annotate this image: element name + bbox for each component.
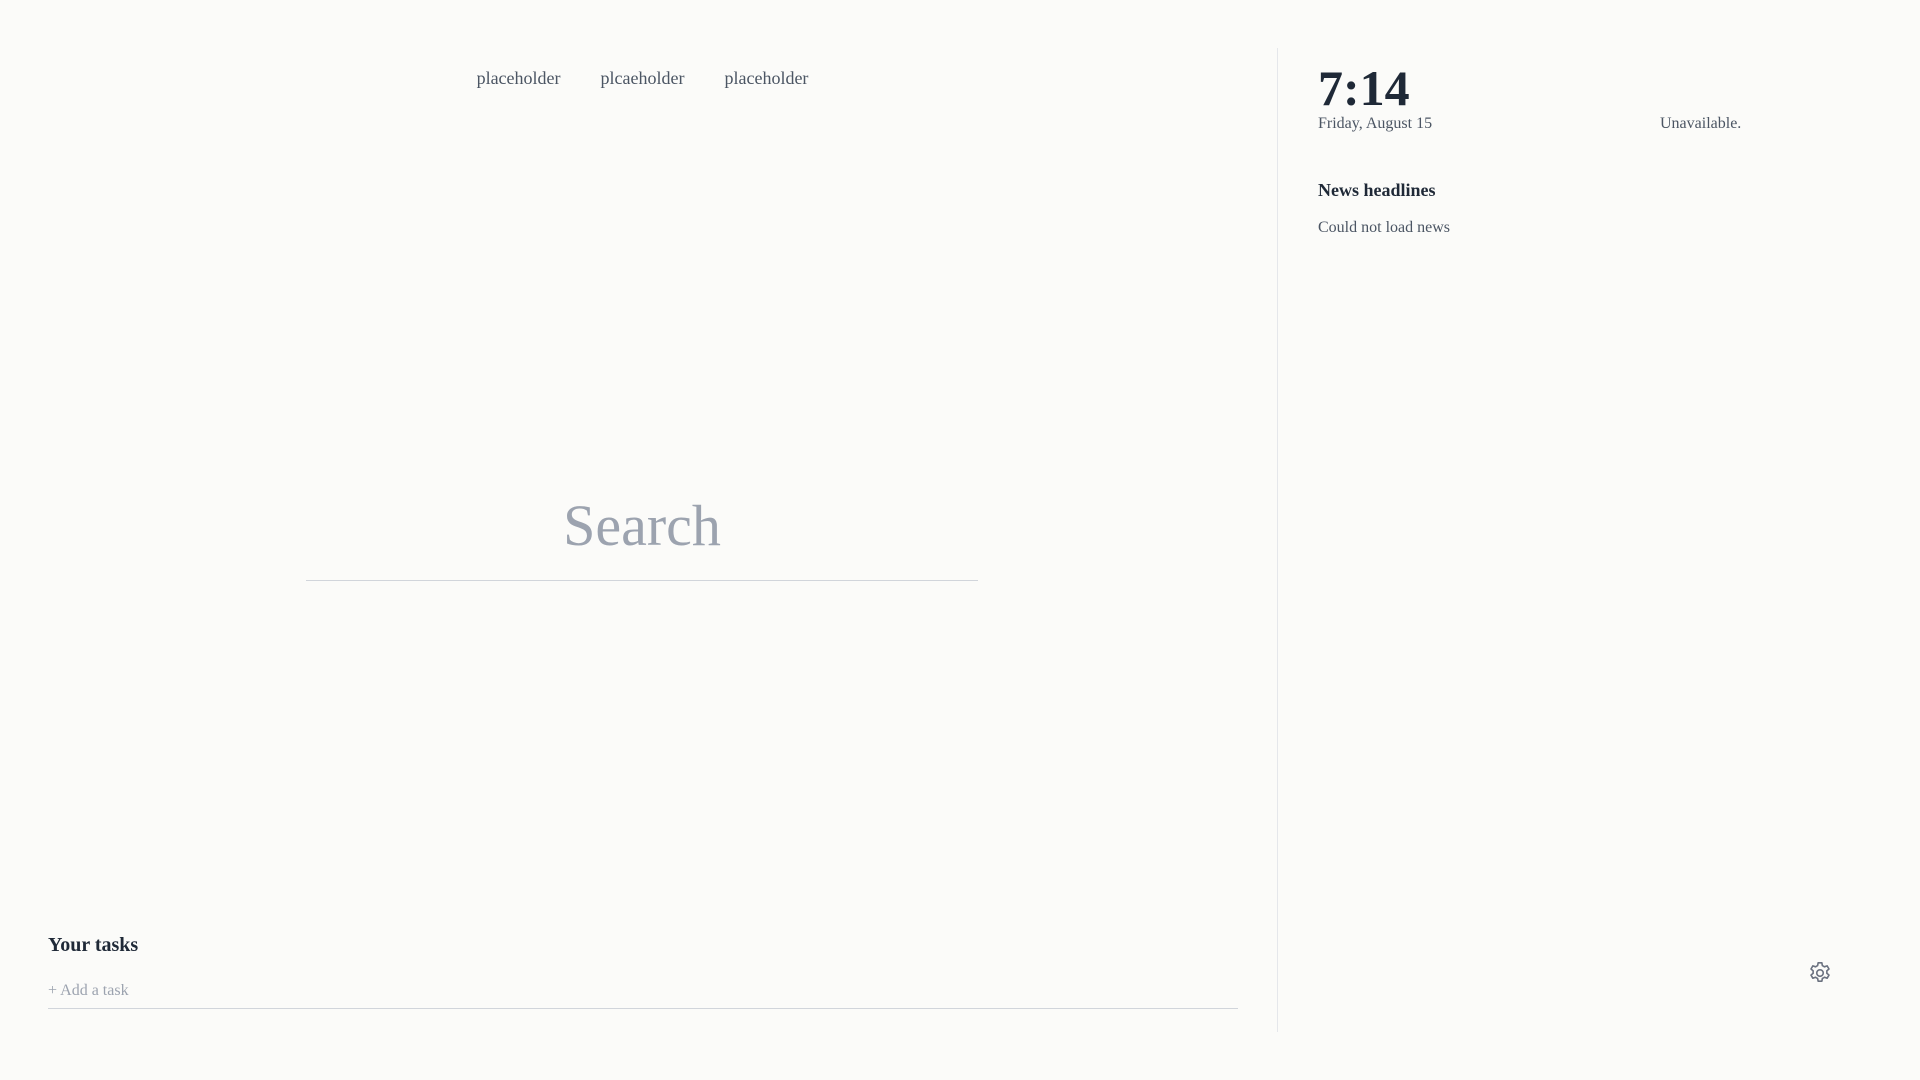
tasks-title: Your tasks xyxy=(48,934,139,956)
quick-links-bar: placeholder plcaeholder placeholder xyxy=(0,64,1285,92)
main-column: placeholder plcaeholder placeholder Your… xyxy=(0,0,1277,1080)
quick-link-1[interactable]: placeholder xyxy=(477,64,561,92)
add-task-field xyxy=(48,980,1238,1009)
tasks-section: Your tasks xyxy=(48,930,1238,1009)
quick-link-3[interactable]: placeholder xyxy=(724,64,808,92)
search-input[interactable] xyxy=(306,484,978,580)
add-task-input[interactable] xyxy=(48,980,1238,1002)
news-status-message: Could not load news xyxy=(1318,219,1450,236)
new-tab-page: placeholder plcaeholder placeholder Your… xyxy=(0,0,1920,1080)
quick-link-2[interactable]: plcaeholder xyxy=(601,64,685,92)
gear-icon xyxy=(1807,960,1833,986)
weather-status: Unavailable. xyxy=(1660,115,1742,132)
settings-button[interactable] xyxy=(1806,959,1834,987)
search-box xyxy=(306,484,978,581)
clock-date: Friday, August 15 xyxy=(1318,115,1433,132)
news-headlines-title: News headlines xyxy=(1318,180,1436,200)
side-panel: 7:14 Friday, August 15 Unavailable. News… xyxy=(1318,0,1878,1080)
column-divider xyxy=(1277,48,1278,1032)
clock-time: 7:14 xyxy=(1318,60,1410,116)
